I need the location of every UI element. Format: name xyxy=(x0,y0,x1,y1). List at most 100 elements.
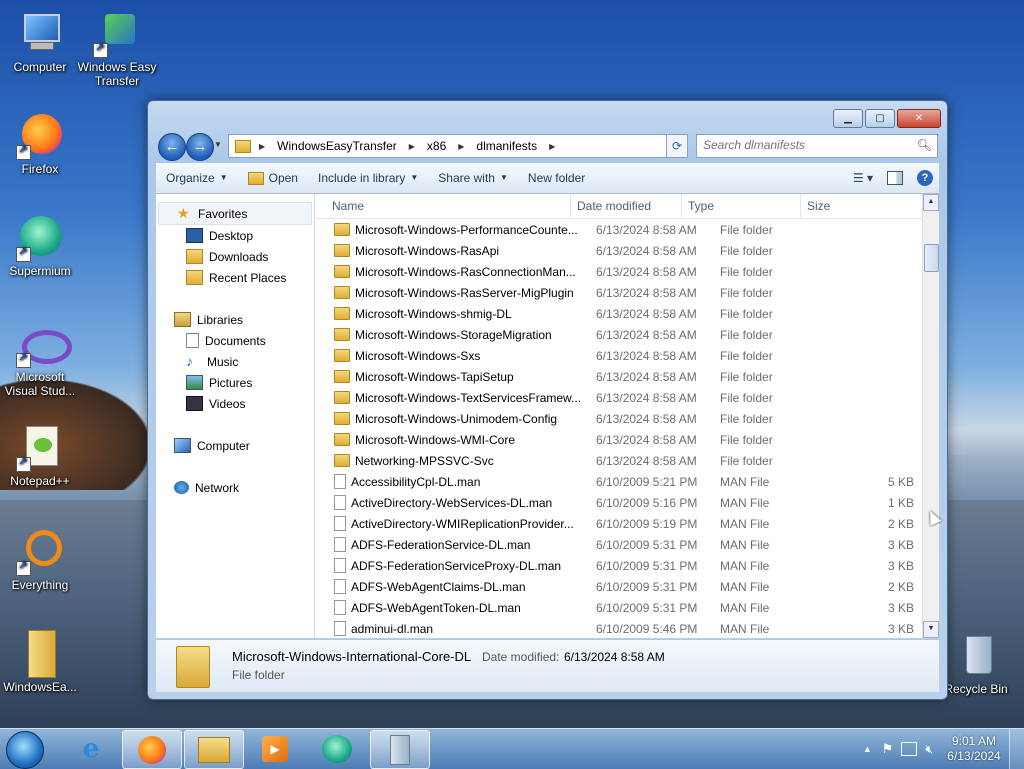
file-row[interactable]: AccessibilityCpl-DL.man 6/10/2009 5:21 PM… xyxy=(316,471,923,492)
desktop-icon-windowsea-folder[interactable]: WindowsEa... xyxy=(0,630,80,694)
include-in-library-button[interactable]: Include in library ▼ xyxy=(308,163,428,193)
file-row[interactable]: ADFS-FederationServiceProxy-DL.man 6/10/2… xyxy=(316,555,923,576)
nav-item-libraries[interactable]: Libraries xyxy=(156,309,314,330)
breadcrumb-chevron-icon[interactable]: ▶ xyxy=(543,142,561,151)
breadcrumb-segment[interactable]: x86 xyxy=(421,139,452,153)
breadcrumb-segment[interactable]: dlmanifests xyxy=(470,139,543,153)
desktop-icon-supermium[interactable]: Supermium xyxy=(0,214,80,278)
file-row[interactable]: Microsoft-Windows-StorageMigration 6/13/2… xyxy=(316,324,923,345)
breadcrumb-chevron-icon[interactable]: ▶ xyxy=(452,142,470,151)
column-header-type[interactable]: Type xyxy=(682,194,801,218)
organize-button[interactable]: Organize ▼ xyxy=(156,163,238,193)
file-type: MAN File xyxy=(720,621,770,636)
taskbar-media-player[interactable]: ▶ xyxy=(246,730,304,767)
nav-label: Computer xyxy=(197,438,250,453)
scroll-thumb[interactable] xyxy=(924,244,939,272)
file-row[interactable]: Networking-MPSSVC-Svc 6/13/2024 8:58 AM Fi… xyxy=(316,450,923,471)
taskbar-easy-transfer-folder[interactable] xyxy=(370,730,430,769)
music-icon: ♪ xyxy=(186,353,193,369)
file-date: 6/10/2009 5:16 PM xyxy=(596,495,698,510)
desktop-icon-computer[interactable]: Computer xyxy=(0,10,80,74)
file-date: 6/10/2009 5:21 PM xyxy=(596,474,698,489)
nav-label: Downloads xyxy=(209,249,269,264)
file-name: ActiveDirectory-WebServices-DL.man xyxy=(351,495,553,510)
refresh-button[interactable]: ⟳ xyxy=(666,134,688,158)
view-options-icon[interactable]: ☰ ▾ xyxy=(853,171,873,185)
file-row[interactable]: Microsoft-Windows-shmig-DL 6/13/2024 8:58… xyxy=(316,303,923,324)
column-header-size[interactable]: Size xyxy=(801,194,867,218)
shortcut-arrow-icon xyxy=(16,143,31,160)
share-with-button[interactable]: Share with ▼ xyxy=(428,163,518,193)
show-desktop-button[interactable] xyxy=(1009,729,1024,769)
maximize-button[interactable]: ▢ xyxy=(865,109,895,128)
file-row[interactable]: adminui-dl.man 6/10/2009 5:46 PM MAN File 3… xyxy=(316,618,923,638)
folder-icon xyxy=(334,391,350,404)
preview-pane-icon[interactable] xyxy=(887,171,903,185)
vertical-scrollbar[interactable]: ▲ ▼ xyxy=(922,194,939,638)
file-row[interactable]: Microsoft-Windows-WMI-Core 6/13/2024 8:58… xyxy=(316,429,923,450)
nav-item-videos[interactable]: Videos xyxy=(156,393,314,414)
close-button[interactable]: ✕ xyxy=(897,109,941,128)
back-button[interactable]: ← xyxy=(158,133,186,161)
file-row[interactable]: Microsoft-Windows-Unimodem-Config 6/13/20… xyxy=(316,408,923,429)
nav-item-network[interactable]: Network xyxy=(156,477,314,498)
minimize-button[interactable]: ▁ xyxy=(833,109,863,128)
taskbar-internet-explorer[interactable]: e xyxy=(62,730,120,767)
desktop-icon-firefox[interactable]: Firefox xyxy=(0,112,80,176)
desktop-icon-recycle-bin[interactable]: Recycle Bin xyxy=(936,632,1016,696)
help-icon[interactable]: ? xyxy=(917,170,933,186)
desktop-icon-windows-easy-transfer[interactable]: Windows Easy Transfer xyxy=(77,10,157,88)
file-row[interactable]: ActiveDirectory-WebServices-DL.man 6/10/2… xyxy=(316,492,923,513)
volume-muted-icon[interactable]: 🔇︎ xyxy=(925,742,933,757)
nav-item-computer[interactable]: Computer xyxy=(156,435,314,456)
file-row[interactable]: Microsoft-Windows-TextServicesFramew... 6… xyxy=(316,387,923,408)
new-folder-button[interactable]: New folder xyxy=(518,163,595,193)
breadcrumb-chevron-icon[interactable]: ▶ xyxy=(403,142,421,151)
show-hidden-icons-icon[interactable]: ▲ xyxy=(863,744,872,754)
address-bar[interactable]: ▶ WindowsEasyTransfer ▶ x86 ▶ dlmanifest… xyxy=(228,134,686,158)
chevron-down-icon: ▼ xyxy=(499,173,508,182)
desktop-icon-everything[interactable]: Everything xyxy=(0,528,80,592)
search-input[interactable] xyxy=(697,135,919,155)
scroll-down-button[interactable]: ▼ xyxy=(923,621,939,638)
nav-item-pictures[interactable]: Pictures xyxy=(156,372,314,393)
file-row[interactable]: Microsoft-Windows-Sxs 6/13/2024 8:58 AM Fi… xyxy=(316,345,923,366)
breadcrumb-chevron-icon[interactable]: ▶ xyxy=(251,142,271,151)
notepadpp-icon xyxy=(16,424,64,472)
taskbar-explorer[interactable] xyxy=(184,730,244,769)
file-row[interactable]: Microsoft-Windows-TapiSetup 6/13/2024 8:5… xyxy=(316,366,923,387)
folder-icon xyxy=(16,630,64,678)
nav-item-downloads[interactable]: Downloads xyxy=(156,246,314,267)
nav-item-recent-places[interactable]: Recent Places xyxy=(156,267,314,288)
search-box[interactable]: 🔍︎ xyxy=(696,134,938,158)
action-center-flag-icon[interactable]: ⚑ xyxy=(882,741,894,757)
file-row[interactable]: ADFS-WebAgentClaims-DL.man 6/10/2009 5:31… xyxy=(316,576,923,597)
nav-item-favorites[interactable]: ★ Favorites xyxy=(158,202,312,225)
file-row[interactable]: ActiveDirectory-WMIReplicationProvider..… xyxy=(316,513,923,534)
nav-item-documents[interactable]: Documents xyxy=(156,330,314,351)
column-header-date[interactable]: Date modified xyxy=(571,194,682,218)
search-icon[interactable]: 🔍︎ xyxy=(917,138,932,152)
desktop-icon-notepadpp[interactable]: Notepad++ xyxy=(0,424,80,488)
taskbar-firefox[interactable] xyxy=(122,730,182,769)
taskbar-supermium[interactable] xyxy=(308,730,366,767)
desktop-icon-visual-studio[interactable]: Microsoft Visual Stud... xyxy=(0,320,80,398)
scroll-up-button[interactable]: ▲ xyxy=(923,194,939,211)
file-date: 6/10/2009 5:31 PM xyxy=(596,579,698,594)
file-row[interactable]: Microsoft-Windows-RasServer-MigPlugin 6/1… xyxy=(316,282,923,303)
open-button[interactable]: Open xyxy=(238,163,308,193)
file-row[interactable]: Microsoft-Windows-RasApi 6/13/2024 8:58 A… xyxy=(316,240,923,261)
forward-button[interactable]: → xyxy=(186,133,214,161)
file-row[interactable]: Microsoft-Windows-PerformanceCounte... 6/… xyxy=(316,219,923,240)
file-row[interactable]: ADFS-FederationService-DL.man 6/10/2009 5… xyxy=(316,534,923,555)
nav-item-desktop[interactable]: Desktop xyxy=(156,225,314,246)
network-tray-icon[interactable] xyxy=(901,742,918,756)
file-row[interactable]: Microsoft-Windows-RasConnectionMan... 6/1… xyxy=(316,261,923,282)
file-row[interactable]: ADFS-WebAgentToken-DL.man 6/10/2009 5:31 … xyxy=(316,597,923,618)
breadcrumb-segment[interactable]: WindowsEasyTransfer xyxy=(271,139,403,153)
start-button[interactable] xyxy=(6,731,44,769)
recent-pages-dropdown-icon[interactable]: ▼ xyxy=(214,140,222,149)
column-header-name[interactable]: Name xyxy=(316,194,571,218)
clock[interactable]: 9:01 AM 6/13/2024 xyxy=(939,734,1009,764)
nav-item-music[interactable]: ♪ Music xyxy=(156,351,314,372)
